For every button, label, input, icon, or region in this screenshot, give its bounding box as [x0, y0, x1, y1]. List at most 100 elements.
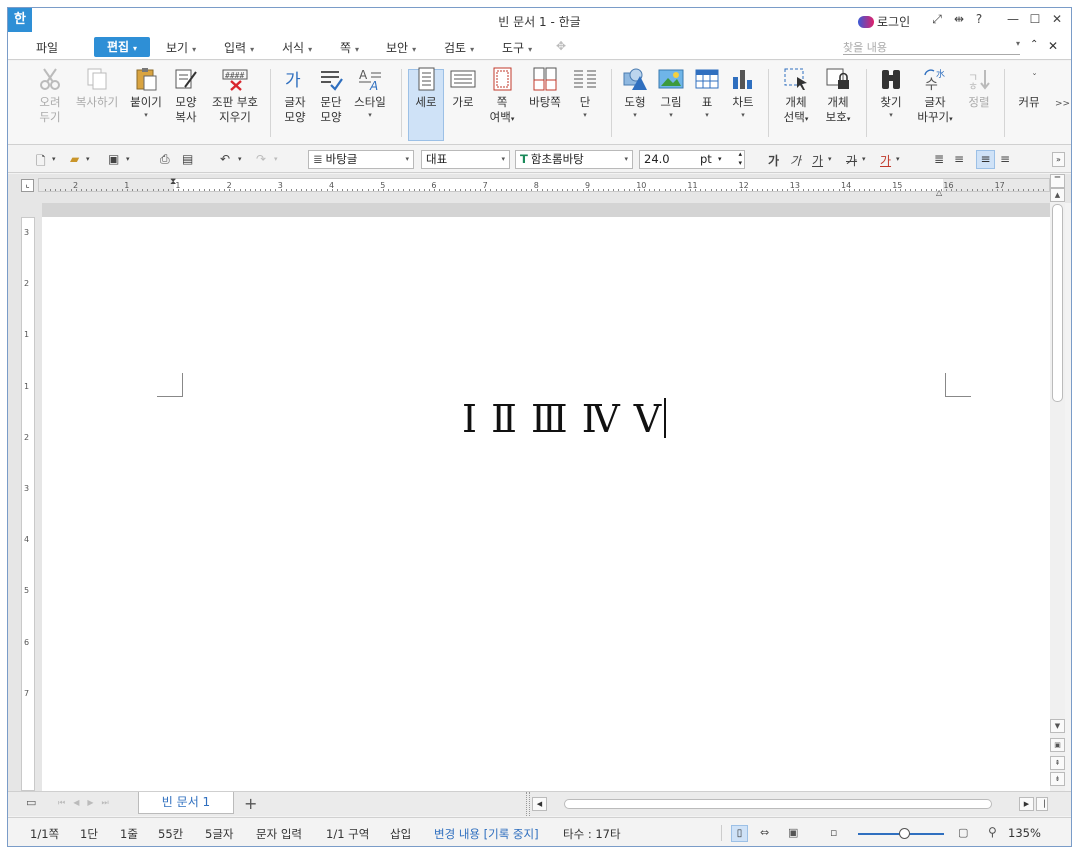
- align-center-icon[interactable]: ≡: [976, 150, 995, 169]
- shape-button[interactable]: 도형 ▾: [618, 65, 652, 120]
- splitter[interactable]: [526, 792, 530, 816]
- cut-button[interactable]: 오려 두기: [30, 65, 70, 125]
- close-doc-icon[interactable]: ✕: [1048, 39, 1058, 53]
- format-copy-button[interactable]: 모양 복사: [168, 65, 204, 125]
- zoom-slider-thumb[interactable]: [899, 828, 910, 839]
- menu-edit[interactable]: 편집 ▾: [94, 37, 150, 57]
- prev-page-icon[interactable]: ⇞: [1050, 756, 1065, 770]
- help-button[interactable]: ?: [970, 12, 988, 26]
- status-input-mode[interactable]: 문자 입력: [256, 826, 302, 842]
- document-area[interactable]: Ⅰ Ⅱ Ⅲ Ⅳ Ⅴ: [42, 203, 1050, 791]
- column-button[interactable]: 단 ▾: [568, 65, 602, 120]
- tab-type-icon[interactable]: ⌞: [21, 179, 34, 192]
- page-view-icon[interactable]: ▣: [1050, 738, 1065, 752]
- vertical-scroll-thumb[interactable]: [1052, 204, 1063, 402]
- login-button[interactable]: 로그인: [858, 13, 910, 30]
- picture-button[interactable]: 그림 ▾: [654, 65, 688, 120]
- collapse-ribbon-icon[interactable]: ⌃: [1030, 39, 1038, 50]
- redo-icon[interactable]: ↷: [256, 152, 266, 166]
- font-size-input[interactable]: 24.0 pt ▾ ▴ ▾: [639, 150, 745, 169]
- language-combo[interactable]: 대표 ▾: [421, 150, 510, 169]
- scroll-top-icon[interactable]: ▔: [1050, 174, 1065, 188]
- vertical-ruler[interactable]: 3 2 1 1 2 3 4 5 6 7: [8, 203, 42, 791]
- find-input[interactable]: 찾을 내용 ▾: [843, 39, 1020, 55]
- full-page-icon[interactable]: ▣: [788, 826, 798, 839]
- print-preview-icon[interactable]: ▤: [182, 152, 193, 166]
- status-zoom[interactable]: 135%: [1008, 826, 1041, 840]
- master-page-button[interactable]: 바탕쪽: [524, 65, 566, 110]
- underline-button[interactable]: 가: [812, 152, 823, 169]
- align-justify-icon[interactable]: ≣: [934, 152, 944, 166]
- zoom-in-icon[interactable]: ▢: [958, 826, 968, 839]
- size-stepper-icon[interactable]: ▴ ▾: [738, 150, 742, 168]
- next-page-icon[interactable]: ⇟: [1050, 772, 1065, 786]
- font-color-button[interactable]: 가: [880, 152, 891, 169]
- paste-button[interactable]: 붙이기 ▾: [126, 65, 166, 120]
- indent-marker-icon[interactable]: ⧗: [170, 177, 176, 187]
- menu-page[interactable]: 쪽 ▾: [340, 39, 359, 56]
- new-doc-icon[interactable]: 🗋: [36, 152, 46, 173]
- style-combo[interactable]: ≣ 바탕글 ▾: [308, 150, 414, 169]
- ribbon-more-button[interactable]: >>: [1055, 99, 1070, 109]
- menu-tools[interactable]: 도구 ▾: [502, 39, 532, 56]
- horizontal-scroll-thumb[interactable]: [564, 799, 992, 809]
- scroll-left-icon[interactable]: ◀: [532, 797, 547, 811]
- chevron-down-icon[interactable]: ▾: [238, 155, 242, 163]
- print-icon[interactable]: ⎙: [160, 152, 170, 167]
- undo-icon[interactable]: ↶: [220, 152, 230, 166]
- chevron-down-icon[interactable]: ▾: [862, 155, 866, 163]
- close-icon[interactable]: ✕: [1048, 12, 1066, 26]
- maximize-icon[interactable]: ☐: [1026, 12, 1044, 26]
- para-shape-button[interactable]: 문단 모양: [314, 65, 348, 125]
- fullscreen-icon[interactable]: ⤢: [928, 12, 946, 27]
- portrait-button[interactable]: 세로: [408, 65, 444, 110]
- add-tab-button[interactable]: +: [244, 794, 257, 813]
- split-view-icon[interactable]: ⇹: [950, 12, 968, 26]
- document-text[interactable]: Ⅰ Ⅱ Ⅲ Ⅳ Ⅴ: [462, 397, 667, 441]
- find-button[interactable]: 찾기 ▾: [874, 65, 908, 120]
- page[interactable]: Ⅰ Ⅱ Ⅲ Ⅳ Ⅴ: [42, 217, 1050, 791]
- chevron-down-icon[interactable]: ▾: [828, 155, 832, 163]
- fit-width-icon[interactable]: ⇔: [760, 826, 769, 839]
- object-protect-button[interactable]: 개체 보호▾: [818, 65, 858, 127]
- menu-format[interactable]: 서식 ▾: [282, 39, 312, 56]
- chevron-down-icon[interactable]: ▾: [274, 155, 278, 163]
- scroll-right-icon[interactable]: ▶: [1019, 797, 1034, 811]
- char-shape-button[interactable]: 가 글자 모양: [278, 65, 312, 125]
- style-button[interactable]: AA 스타일 ▾: [350, 65, 390, 120]
- open-folder-icon[interactable]: ▰: [70, 152, 79, 166]
- align-left-icon[interactable]: ≡: [954, 152, 964, 166]
- menu-file[interactable]: 파일: [36, 39, 58, 56]
- toolbar-expand-icon[interactable]: »: [1052, 152, 1065, 167]
- align-right-icon[interactable]: ≡: [1000, 152, 1010, 166]
- scroll-down-icon[interactable]: ▼: [1050, 719, 1065, 733]
- scroll-end-icon[interactable]: ▕: [1036, 797, 1048, 811]
- chevron-down-icon[interactable]: ▾: [52, 155, 56, 163]
- right-indent-marker-icon[interactable]: △: [936, 188, 942, 197]
- puzzle-icon[interactable]: ✥: [556, 39, 566, 53]
- clear-layout-button[interactable]: #### 조판 부호 지우기: [204, 65, 266, 125]
- magnifier-icon[interactable]: ⚲: [988, 825, 997, 839]
- copy-button[interactable]: 복사하기: [70, 65, 124, 110]
- tab-list-icon[interactable]: ▭: [26, 796, 36, 809]
- tab-nav-icons[interactable]: ⏮◀▶⏭: [58, 798, 117, 808]
- page-mode-icon[interactable]: ▯: [731, 825, 748, 842]
- status-insert-mode[interactable]: 삽입: [390, 826, 411, 842]
- object-select-button[interactable]: 개체 선택▾: [776, 65, 816, 127]
- menu-security[interactable]: 보안 ▾: [386, 39, 416, 56]
- chevron-down-icon[interactable]: ▾: [86, 155, 90, 163]
- page-margin-button[interactable]: 쪽 여백▾: [482, 65, 522, 127]
- menu-view[interactable]: 보기 ▾: [166, 39, 196, 56]
- save-icon[interactable]: ▣: [108, 152, 119, 166]
- custom-button[interactable]: ˇ 커뮤: [1012, 65, 1046, 110]
- status-page[interactable]: 1/1쪽: [30, 826, 59, 842]
- bold-button[interactable]: 가: [768, 152, 779, 169]
- doc-tab[interactable]: 빈 문서 1: [138, 792, 234, 814]
- font-combo[interactable]: T 함초롬바탕 ▾: [515, 150, 633, 169]
- chart-button[interactable]: 차트 ▾: [726, 65, 760, 120]
- sort-button[interactable]: ㄱㅎ 정렬: [962, 65, 996, 110]
- status-track-changes[interactable]: 변경 내용 [기록 중지]: [434, 826, 539, 842]
- scroll-up-icon[interactable]: ▲: [1050, 188, 1065, 202]
- replace-char-button[interactable]: 수水 글자 바꾸기▾: [912, 65, 958, 127]
- strike-button[interactable]: 가: [846, 152, 857, 169]
